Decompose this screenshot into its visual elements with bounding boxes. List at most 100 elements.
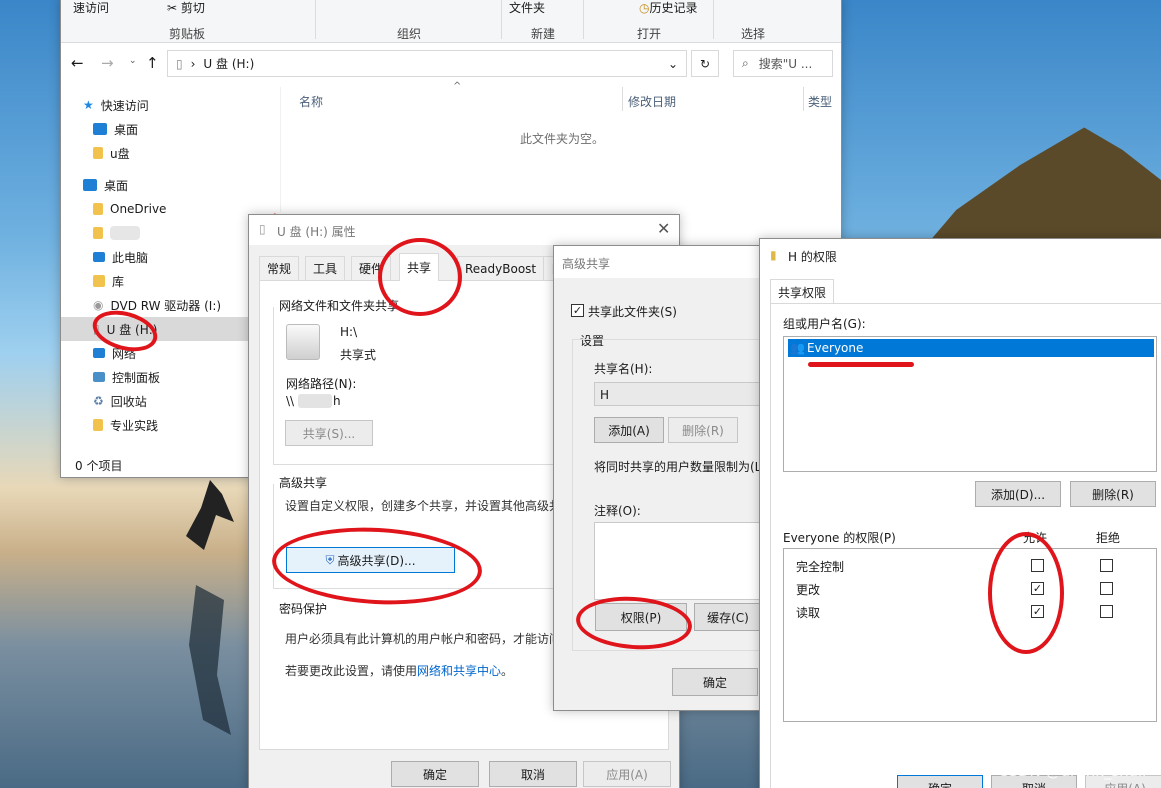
annotation-circle-allow-column [988,532,1064,654]
nav-control-panel[interactable]: 控制面板 [93,366,160,388]
folder-icon [93,419,103,431]
nav-library[interactable]: 库 [93,270,124,292]
chevron-down-icon[interactable]: ⌄ [668,57,678,71]
share-permissions-panel: 组或用户名(G): 👥 Everyone 添加(D)... 删除(R) Every… [770,303,1161,788]
library-icon [93,275,105,287]
share-folder-checkbox[interactable]: ✓ [571,304,584,317]
history-button[interactable]: ◷历史记录 [639,0,698,16]
network-path-suffix: h [333,394,341,408]
cut-button[interactable]: ✂ 剪切 [167,0,205,16]
blurred-hostname [298,394,332,408]
caching-button[interactable]: 缓存(C) [694,603,762,631]
nav-this-pc[interactable]: 此电脑 [93,246,148,268]
nav-user-folder[interactable] [93,222,140,244]
search-placeholder: 搜索"U ... [758,57,813,71]
add-user-button[interactable]: 添加(D)... [975,481,1061,507]
cancel-button[interactable]: 取消 [489,761,577,787]
share-folder-label: 共享此文件夹(S) [588,305,677,319]
share-button[interactable]: 共享(S)... [285,420,373,446]
refresh-icon: ↻ [699,56,711,71]
nav-desktop[interactable]: 桌面 [83,174,128,196]
nav-desktop-pinned[interactable]: 桌面 [93,118,138,140]
advanced-sharing-titlebar: 高级共享 [554,246,760,278]
pane-divider [280,87,281,212]
share-name-field[interactable]: H [594,382,762,406]
network-icon [93,348,105,358]
nav-recycle-bin[interactable]: ♻ 回收站 [93,390,147,412]
properties-titlebar: ▯ U 盘 (H:) 属性 ✕ [249,215,679,245]
add-share-button[interactable]: 添加(A) [594,417,664,443]
up-arrow-icon[interactable]: ↑ [146,54,159,72]
empty-folder-message: 此文件夹为空。 [520,132,605,146]
ok-button[interactable]: 确定 [391,761,479,787]
reflection [189,585,231,735]
properties-title: U 盘 (H:) 属性 [277,225,356,239]
scissors-icon: ✂ [167,1,178,15]
drive-icon: ▯ [259,222,266,236]
permissions-dialog: ▮ H 的权限 共享权限 组或用户名(G): 👥 Everyone 添加(D)..… [759,238,1161,788]
tab-general[interactable]: 常规 [259,256,300,280]
ribbon-divider [315,0,316,39]
remove-user-button[interactable]: 删除(R) [1070,481,1156,507]
chevron-right-icon: › [190,56,196,71]
quick-access-label[interactable]: 速访问 [73,0,109,16]
read-deny-checkbox[interactable] [1100,605,1113,618]
permissions-title: H 的权限 [788,250,837,264]
tab-share-permissions[interactable]: 共享权限 [770,279,835,304]
tab-readyboost[interactable]: ReadyBoost [457,256,545,280]
advanced-sharing-description: 设置自定义权限，创建多个共享，并设置其他高级共 [285,499,562,513]
tab-sharing[interactable]: 共享 [399,253,440,281]
group-user-label: 组或用户名(G): [783,317,866,331]
ribbon-divider [583,0,584,39]
refresh-button[interactable]: ↻ [691,50,719,77]
network-path-prefix: \\ [286,394,295,408]
address-bar[interactable]: ▯ › U 盘 (H:) ⌄ [167,50,687,77]
blurred-username [110,226,140,240]
apply-button[interactable]: 应用(A) [583,761,671,787]
desktop-icon [93,123,107,135]
remove-share-button[interactable]: 删除(R) [668,417,738,443]
column-header-type[interactable]: 类型 [808,93,832,110]
network-sharing-center-link[interactable]: 网络和共享中心 [417,664,501,678]
back-arrow-icon[interactable]: ← [71,54,84,72]
user-limit-label: 将同时共享的用户数量限制为(L [594,460,762,474]
password-description: 用户必须具有此计算机的用户帐户和密码，才能访问 [285,632,562,646]
tab-tools[interactable]: 工具 [305,256,346,280]
address-path: U 盘 (H:) [203,57,255,71]
folder-icon [93,147,103,159]
full-control-deny-checkbox[interactable] [1100,559,1113,572]
share-state: 共享式 [340,348,377,362]
annotation-underline-everyone [808,362,914,367]
user-list-item-everyone[interactable]: 👥 Everyone [788,339,1154,357]
ok-button[interactable]: 确定 [897,775,983,788]
permission-full-control: 完全控制 [796,560,845,574]
permissions-list: 完全控制 更改 ✓ 读取 ✓ [783,548,1157,722]
password-section-title: 密码保护 [279,602,328,616]
column-header-name[interactable]: 名称 [299,93,323,110]
sort-arrow-icon: ^ [453,81,462,92]
search-input[interactable]: ⌕ 搜索"U ... [733,50,833,77]
column-header-modified[interactable]: 修改日期 [628,93,676,110]
ribbon-divider [501,0,502,39]
history-icon: ◷ [639,1,650,15]
change-deny-checkbox[interactable] [1100,582,1113,595]
ribbon-divider [713,0,714,39]
nav-onedrive[interactable]: OneDrive [93,198,166,220]
nav-practice-folder[interactable]: 专业实践 [93,414,158,436]
new-folder-button[interactable]: 文件夹 [509,0,545,16]
close-icon[interactable]: ✕ [657,219,670,238]
ok-button[interactable]: 确定 [672,668,758,696]
column-divider [622,87,623,111]
drive-letter: H:\ [340,325,358,339]
deny-column-header: 拒绝 [1096,531,1121,545]
users-group-icon: 👥 [790,341,805,355]
forward-arrow-icon[interactable]: → [101,54,114,72]
recent-dropdown-icon[interactable]: ⌄ [129,56,137,66]
permission-read: 读取 [796,606,821,620]
permissions-for-label: Everyone 的权限(P) [783,531,896,545]
nav-udisk-pinned[interactable]: u盘 [93,142,130,164]
nav-quick-access[interactable]: ★ 快速访问 [83,94,149,116]
search-icon: ⌕ [742,56,749,70]
user-listbox[interactable]: 👥 Everyone [783,336,1157,472]
comment-textarea[interactable] [594,522,762,600]
